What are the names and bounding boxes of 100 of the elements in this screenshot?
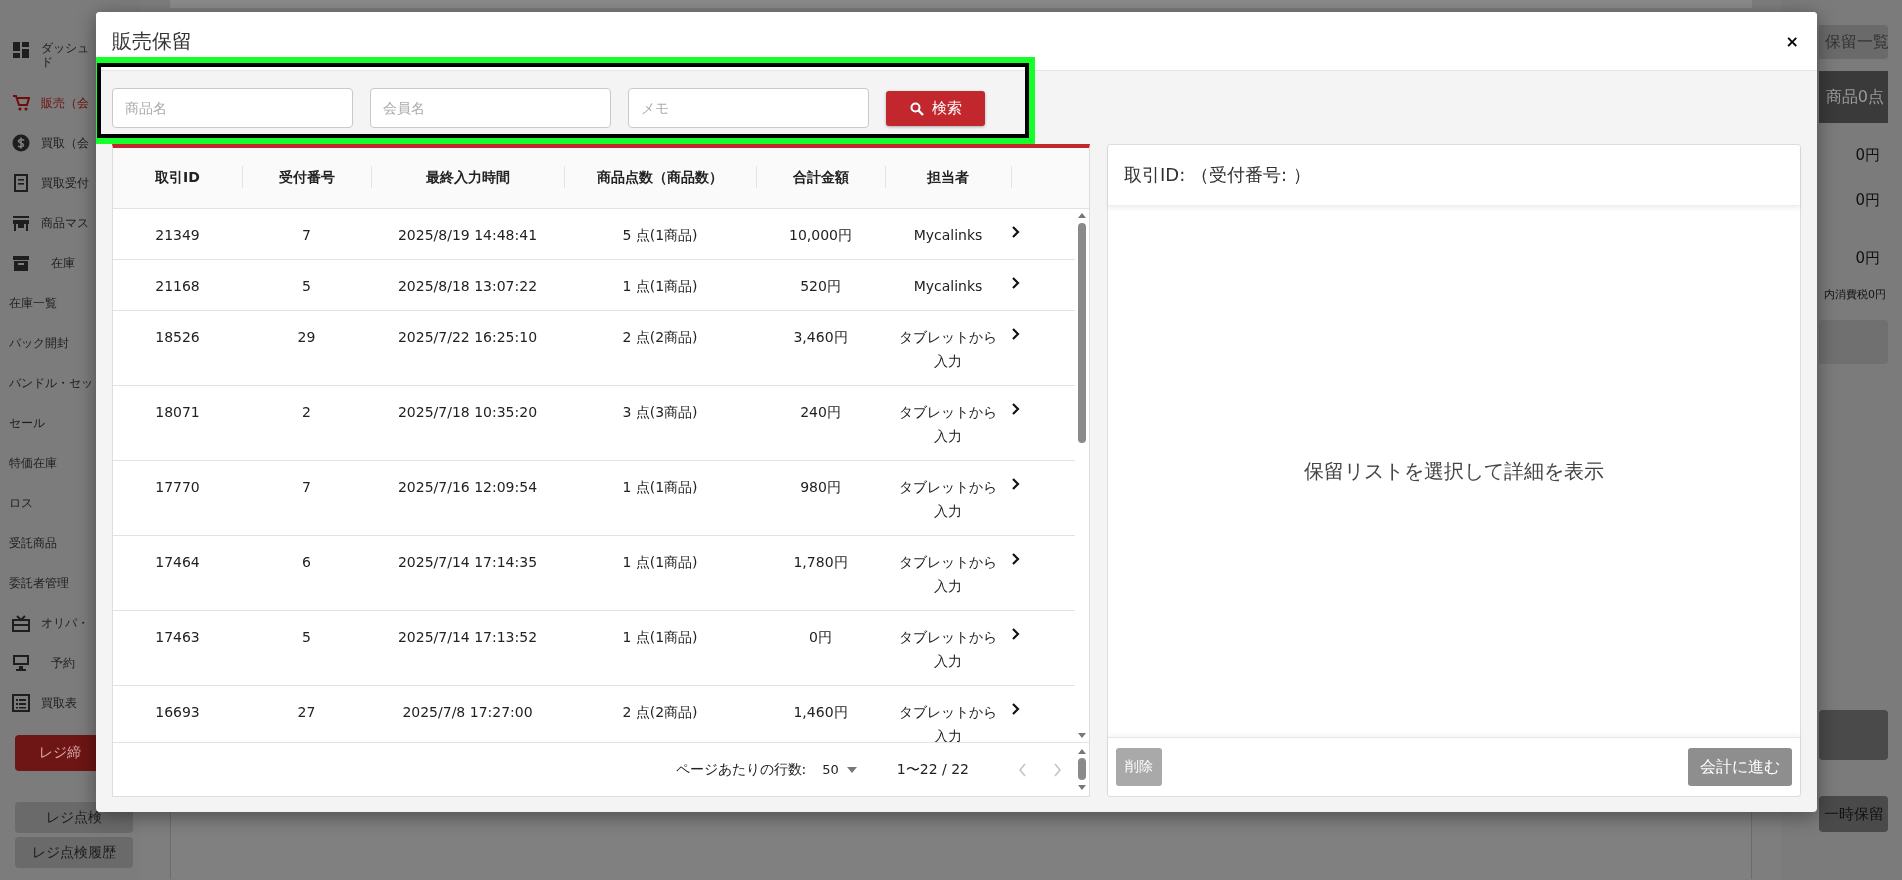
- chevron-right-icon: [1052, 762, 1063, 777]
- dialog-title: 販売保留: [112, 27, 192, 55]
- search-field[interactable]: 会員名: [370, 88, 611, 128]
- chevron-right-icon[interactable]: [1011, 277, 1021, 289]
- column-header: 担当者: [885, 148, 1011, 209]
- table-cell: 21349: [113, 209, 242, 260]
- sidebar-item[interactable]: バンドル・セッ: [9, 376, 93, 390]
- table-cell: 1,460円: [756, 685, 885, 742]
- item-count-bar: 商品0点: [1819, 71, 1888, 123]
- table-cell: 2: [242, 385, 371, 461]
- table-cell: 17463: [113, 610, 242, 686]
- table-cell: 1,780円: [756, 535, 885, 611]
- rows-per-page-label: ページあたりの行数:: [675, 760, 807, 779]
- chevron-right-icon[interactable]: [1011, 328, 1021, 340]
- sidebar-item[interactable]: 買取（会: [41, 136, 89, 150]
- table-cell: 2025/7/8 17:27:00: [371, 685, 564, 742]
- table-cell: 520円: [756, 259, 885, 311]
- table-cell: 1 点(1商品): [564, 610, 756, 686]
- table-cell: タブレットから入力: [885, 385, 1011, 461]
- gift-icon: [12, 614, 30, 632]
- table-cell: 27: [242, 685, 371, 742]
- sidebar-item[interactable]: 委託者管理: [9, 576, 69, 590]
- caret-icon: [846, 766, 857, 773]
- table-cell: タブレットから入力: [885, 610, 1011, 686]
- summary-button-background: [1819, 320, 1888, 364]
- column-header: 取引ID: [113, 148, 242, 209]
- cart-icon: [12, 94, 30, 112]
- chevron-right-icon[interactable]: [1011, 403, 1021, 415]
- table-cell: 7: [242, 460, 371, 536]
- search-button[interactable]: 検索: [886, 91, 985, 126]
- table-cell: 18526: [113, 310, 242, 386]
- amount-text: 0円: [1854, 146, 1881, 166]
- table-cell: 17770: [113, 460, 242, 536]
- search-field[interactable]: メモ: [628, 88, 869, 128]
- amount-text: 0円: [1854, 191, 1881, 211]
- table-cell: 5: [242, 610, 371, 686]
- table-cell: 7: [242, 209, 371, 260]
- dollar-icon: [12, 134, 30, 152]
- register-button[interactable]: レジ点検履歴: [15, 837, 133, 868]
- table-cell: 29: [242, 310, 371, 386]
- table-cell: 5: [242, 259, 371, 311]
- table-cell: 18071: [113, 385, 242, 461]
- table-cell: 16693: [113, 685, 242, 742]
- sidebar-item[interactable]: オリパ・: [41, 616, 89, 630]
- sidebar-item[interactable]: 在庫一覧: [9, 296, 57, 310]
- register-button[interactable]: レジ点検: [15, 802, 133, 833]
- archive-icon: [12, 254, 30, 272]
- table-cell: 2 点(2商品): [564, 310, 756, 386]
- detail-header: 取引ID: （受付番号: ）: [1108, 145, 1800, 206]
- chevron-right-icon[interactable]: [1011, 226, 1021, 238]
- table-cell: 0円: [756, 610, 885, 686]
- table-cell: 2025/7/14 17:13:52: [371, 610, 564, 686]
- chevron-right-icon[interactable]: [1011, 553, 1021, 565]
- table-cell: 2025/7/16 12:09:54: [371, 460, 564, 536]
- close-register-button[interactable]: レジ締: [15, 735, 96, 771]
- table-cell: Mycalinks: [885, 259, 1011, 311]
- table-cell: 1 点(1商品): [564, 460, 756, 536]
- table-cell: タブレットから入力: [885, 460, 1011, 536]
- sidebar-item[interactable]: 販売（会: [41, 96, 89, 110]
- table-cell: 3 点(3商品): [564, 385, 756, 461]
- chevron-left-icon: [1017, 762, 1028, 777]
- rows-per-page-select[interactable]: 50: [822, 762, 857, 777]
- close-button[interactable]: ×: [1785, 31, 1799, 51]
- table-cell: 2025/7/14 17:14:35: [371, 535, 564, 611]
- table-cell: 17464: [113, 535, 242, 611]
- sidebar-item[interactable]: 在庫: [51, 256, 75, 270]
- sidebar-item[interactable]: 商品マス: [41, 216, 89, 230]
- sidebar-item[interactable]: 買取受付: [41, 176, 89, 190]
- sidebar-item[interactable]: 買取表: [41, 696, 77, 710]
- search-field[interactable]: 商品名: [112, 88, 353, 128]
- column-header: 商品点数（商品数）: [564, 148, 756, 209]
- table-cell: タブレットから入力: [885, 310, 1011, 386]
- page-range: 1〜22 / 22: [896, 760, 969, 779]
- table-cell: 3,460円: [756, 310, 885, 386]
- column-header: 最終入力時間: [371, 148, 564, 209]
- sidebar-item[interactable]: パック開封: [9, 336, 69, 350]
- chevron-right-icon[interactable]: [1011, 628, 1021, 640]
- sidebar-item[interactable]: 受託商品: [9, 536, 57, 550]
- sidebar-item[interactable]: ロス: [9, 496, 33, 510]
- table-cell: 2 点(2商品): [564, 685, 756, 742]
- grid-icon: [12, 41, 30, 59]
- table-cell: 6: [242, 535, 371, 611]
- sidebar-item[interactable]: 予約: [51, 656, 75, 670]
- tax-note: 内消費税0円: [1823, 287, 1887, 302]
- sidebar-item[interactable]: ダッシュ ド: [41, 41, 89, 69]
- table-cell: 2025/8/18 13:07:22: [371, 259, 564, 311]
- table-cell: 980円: [756, 460, 885, 536]
- table-cell: タブレットから入力: [885, 535, 1011, 611]
- sidebar-item[interactable]: 特価在庫: [9, 456, 57, 470]
- sidebar-item[interactable]: セール: [9, 416, 45, 430]
- chevron-right-icon[interactable]: [1011, 478, 1021, 490]
- column-header: 受付番号: [242, 148, 371, 209]
- chevron-right-icon[interactable]: [1011, 703, 1021, 715]
- empty-message: 保留リストを選択して詳細を表示: [1304, 458, 1604, 485]
- table-cell: 2025/7/22 16:25:10: [371, 310, 564, 386]
- table-cell: 2025/8/19 14:48:41: [371, 209, 564, 260]
- amount-text: 0円: [1854, 249, 1881, 269]
- search-icon: [909, 101, 924, 116]
- summary-button-background: [1819, 710, 1888, 760]
- monitor-icon: [12, 654, 30, 672]
